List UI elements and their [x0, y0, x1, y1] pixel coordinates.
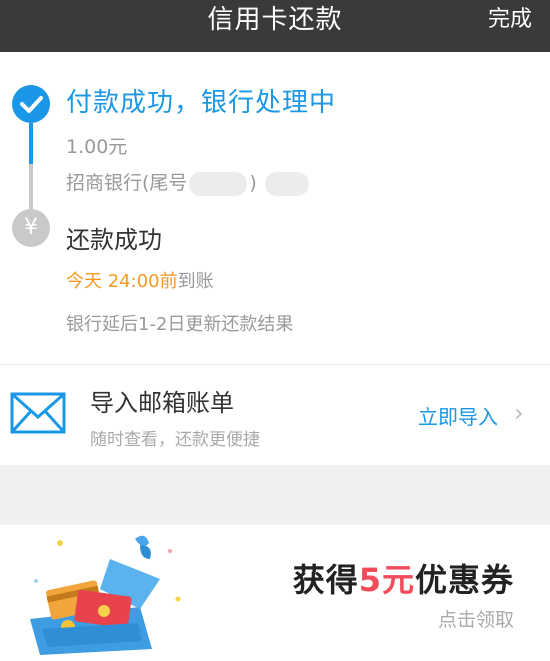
- arrival-eta: 今天 24:00前到账: [66, 267, 214, 293]
- done-button[interactable]: 完成: [488, 0, 532, 52]
- page-title: 信用卡还款: [207, 5, 343, 35]
- yen-icon: ¥: [12, 209, 50, 247]
- update-note: 银行延后1-2日更新还款结果: [66, 314, 294, 335]
- mail-icon: [10, 391, 66, 435]
- coupon-banner[interactable]: 获得5元优惠券 点击领取: [0, 525, 550, 660]
- bank-name: 招商银行(尾号: [66, 172, 188, 194]
- masked-card-number: [189, 171, 248, 196]
- navbar: 信用卡还款 完成: [0, 0, 550, 52]
- coupon-title: 获得5元优惠券: [293, 555, 514, 601]
- progress-line-pending: [29, 164, 33, 210]
- import-now-link[interactable]: 立即导入: [418, 401, 498, 430]
- step1-title: 付款成功，银行处理中: [66, 88, 337, 118]
- section-separator: [0, 465, 550, 525]
- chevron-right-icon: ›: [514, 399, 524, 427]
- step2-title: 还款成功: [66, 226, 162, 254]
- progress-line-done: [29, 123, 33, 164]
- import-email-bill-row[interactable]: 导入邮箱账单 随时查看，还款更便捷 立即导入 ›: [0, 365, 550, 465]
- payment-amount: 1.00元: [66, 136, 128, 158]
- bank-close-paren: ): [249, 172, 257, 194]
- gift-box-icon: [20, 529, 190, 657]
- coupon-amount: 5元: [358, 561, 415, 599]
- coupon-title-suffix: 优惠券: [414, 561, 514, 599]
- eta-suffix: 到账: [177, 271, 214, 292]
- masked-name: [264, 171, 309, 196]
- check-icon: [12, 85, 50, 123]
- payment-progress: ¥ 付款成功，银行处理中 1.00元 招商银行(尾号) 还款成功 今天 24:0…: [0, 52, 550, 364]
- coupon-title-prefix: 获得: [292, 561, 359, 599]
- bank-info: 招商银行(尾号): [66, 168, 309, 196]
- import-title: 导入邮箱账单: [90, 389, 234, 417]
- import-subtitle: 随时查看，还款更便捷: [90, 430, 260, 450]
- eta-time: 今天 24:00前: [66, 271, 178, 292]
- coupon-claim-link[interactable]: 点击领取: [438, 605, 514, 632]
